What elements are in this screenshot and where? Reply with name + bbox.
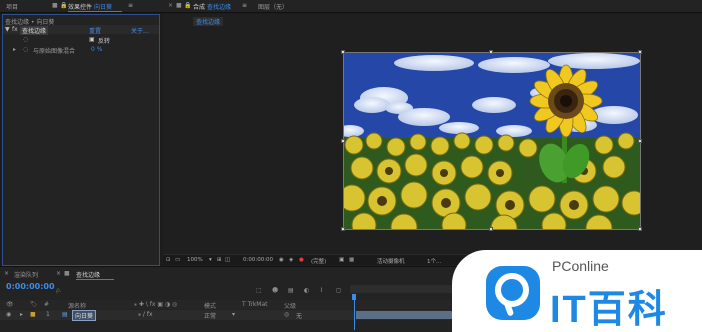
panel-menu-icon-2[interactable]: ≡ [242,2,247,9]
sunflower-image[interactable] [343,52,641,230]
views-dropdown[interactable]: 1个... [427,257,441,265]
handle-bottom-center[interactable] [489,227,493,231]
tab-effect-controls-label: 效果控件 [68,4,93,11]
tab-composition[interactable]: 合成 查找边缘 [193,2,231,11]
tab-effect-controls[interactable]: 效果控件 向日葵 [68,2,112,11]
tab-timeline-comp[interactable]: 查找边缘 [76,270,100,279]
zoom-dropdown[interactable]: 100% [187,257,203,263]
expand-arrow-icon[interactable]: ▸ [13,46,16,53]
switches-icons[interactable]: ⁎ ✚ \ fx ▣ ◑ ◎ [134,301,177,308]
show-snapshot-icon[interactable]: ◈ [289,257,293,263]
effect-controls-panel: 查找边缘 • 向日葵 ▼ fx 查找边缘 重置 关于... ◌ ▣ 反转 ▸ ◌… [2,14,160,266]
tab-effect-controls-layer: 向日葵 [93,4,112,11]
handle-bottom-left[interactable] [341,227,345,231]
composition-viewer[interactable]: 查找边缘 [163,14,702,266]
tab-layer[interactable]: 图层（无） [258,2,288,11]
handle-middle-left[interactable] [341,139,345,143]
layer-mode-dropdown[interactable]: 正常 [204,311,216,320]
brand-big: IT百科 [550,289,668,331]
close-icon-render[interactable]: × [4,270,9,277]
col-mode[interactable]: 模式 [204,301,216,310]
search-input[interactable]: ρ. [56,287,62,294]
time-ruler[interactable] [350,285,460,293]
motion-blur-icon[interactable]: ◐ [304,287,309,294]
tab-render-queue[interactable]: 渲染队列 [14,270,38,279]
layer-name[interactable]: 向日葵 [72,310,97,321]
camera-dropdown[interactable]: 活动摄像机 [377,257,405,265]
menu-icon-2[interactable]: ■ [176,2,182,9]
monitor-icon[interactable]: ▭ [175,257,180,263]
lock-icon[interactable]: 🔒 [60,2,67,9]
always-preview-icon[interactable]: ⊡ [166,257,171,263]
close-icon[interactable]: × [168,2,173,9]
tab-composition-label: 合成 [193,4,206,11]
col-parent[interactable]: 父级 [284,301,296,310]
transparency-grid-icon[interactable]: ▦ [349,257,354,263]
close-icon-comp[interactable]: × [56,270,61,277]
resolution-dropdown[interactable]: (完整) [311,257,326,265]
expand-layer-arrow-icon[interactable]: ▸ [20,311,23,318]
blend-label: 与原始图像混合 [33,48,76,55]
viewer-timecode[interactable]: 0:00:00:00 [243,257,273,263]
parent-pickwhip-icon[interactable]: ◎ [284,311,289,318]
draft-3d-icon[interactable]: ⬚ [256,287,262,294]
layer-parent-dropdown[interactable]: 无 [296,311,302,320]
mask-icon[interactable]: ◫ [225,257,230,263]
top-tab-bar: 项目 ■ 🔒 效果控件 向日葵 ≡ × ■ 🔒 合成 查找边缘 ≡ 图层（无） [0,0,702,13]
blend-value[interactable]: 0 % [91,46,102,53]
tab-project[interactable]: 项目 [6,2,18,11]
camera-icon[interactable]: ◉ [279,257,284,263]
footage-icon: ▤ [62,311,68,318]
collapse-arrow-icon[interactable]: ▼ [5,26,10,33]
invert-label: 反转 [98,38,111,45]
shy-icon[interactable]: ☻ [272,287,278,294]
menu-icon[interactable]: ■ [52,2,58,9]
color-channel-icon[interactable]: ● [299,257,304,263]
region-icon[interactable]: ▣ [339,257,344,263]
active-tab-underline [68,11,122,12]
brand-small: PConline [552,258,609,274]
frame-blend-icon[interactable]: ▤ [288,287,294,294]
reset-link[interactable]: 重置 [89,26,101,35]
effect-name[interactable]: 查找边缘 [20,26,49,35]
magnifier-logo-icon [486,266,540,320]
grid-icon[interactable]: ⊞ [217,257,222,263]
layer-duration-bar[interactable] [356,311,456,319]
mode-chevron-icon[interactable]: ▾ [232,311,235,318]
menu-icon-3[interactable]: ■ [64,270,70,277]
timeline-menu-icon[interactable]: ◻ [336,287,341,294]
sunflower-edge-image [344,53,640,229]
handle-middle-right[interactable] [638,139,642,143]
fx-icon[interactable]: fx [12,26,18,33]
invert-checkbox[interactable]: ▣ [89,36,95,43]
label-icon[interactable]: 🏷 [30,301,38,308]
column-header-row: 👁 🏷 # 源名称 ⁎ ✚ \ fx ▣ ◑ ◎ 模式 T TrkMat 父级 [0,300,450,310]
chevron-down-icon[interactable]: ▾ [209,257,212,263]
col-source-name[interactable]: 源名称 [68,301,86,310]
handle-bottom-right[interactable] [638,227,642,231]
eye-icon[interactable]: 👁 [6,301,14,308]
handle-top-center[interactable] [489,50,493,54]
panel-menu-icon[interactable]: ≡ [128,2,133,9]
lock-icon-2[interactable]: 🔒 [184,2,191,9]
stopwatch-icon-2[interactable]: ◌ [23,46,28,53]
viewer-comp-tab[interactable]: 查找边缘 [193,17,224,26]
timeline-timecode[interactable]: 0:00:00:00 [6,282,55,291]
active-tab-underline-2 [76,279,114,280]
handle-top-right[interactable] [638,50,642,54]
col-trkmat[interactable]: T TrkMat [242,301,268,308]
layer-index: 1 [46,311,50,318]
stopwatch-icon[interactable]: ◌ [23,36,28,43]
about-link[interactable]: 关于... [131,26,149,35]
playhead-line [354,300,355,330]
label-color-swatch[interactable]: ■ [30,311,36,318]
visibility-icon[interactable]: ◉ [6,311,11,318]
graph-editor-icon[interactable]: ⌇ [320,287,323,294]
layer-switches[interactable]: ⁎ / fx [138,311,153,318]
tab-composition-name: 查找边缘 [206,4,231,11]
handle-top-left[interactable] [341,50,345,54]
pconline-watermark: PConline IT百科 [452,250,702,332]
hash-icon: # [44,301,50,308]
